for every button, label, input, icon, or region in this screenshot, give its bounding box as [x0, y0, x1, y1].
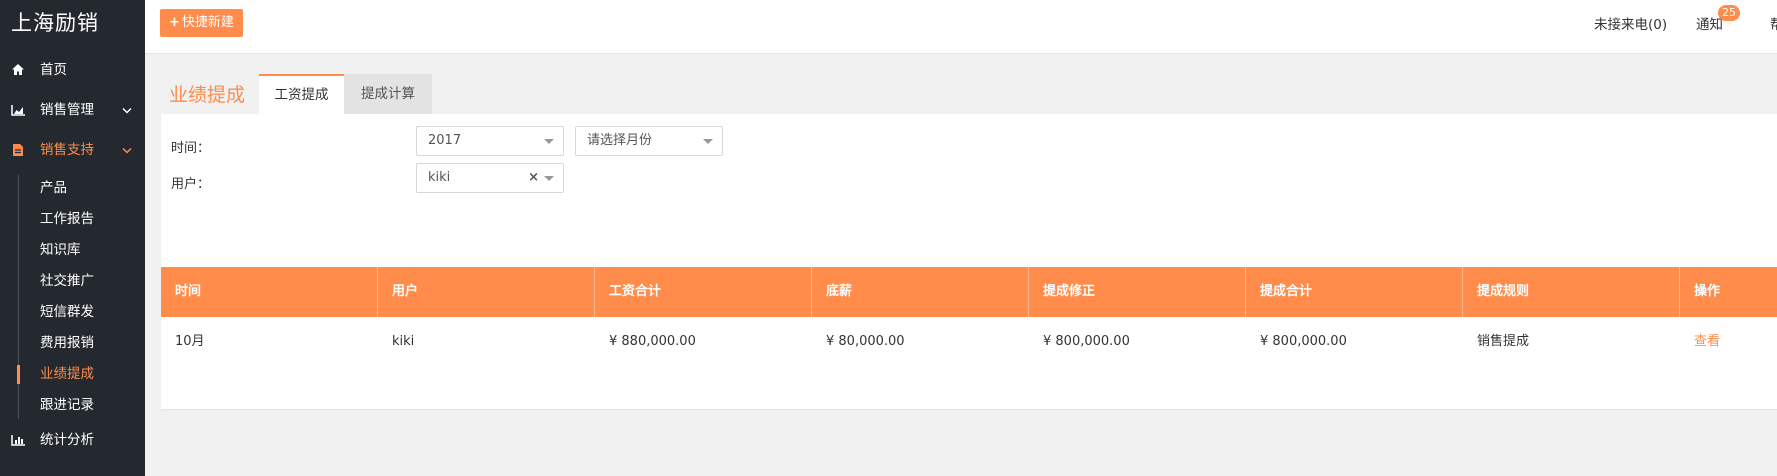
- page-title: 业绩提成: [169, 84, 246, 106]
- caret-down-icon: [703, 139, 713, 144]
- column-header-salary-total[interactable]: 工资合计: [595, 267, 812, 317]
- sidebar-subitem-followup[interactable]: 跟进记录: [0, 390, 145, 421]
- quick-new-label: 快捷新建: [181, 15, 234, 30]
- view-link[interactable]: 查看: [1680, 317, 1777, 367]
- sidebar-item-label: 统计分析: [40, 432, 94, 448]
- year-select[interactable]: 2017: [416, 126, 564, 156]
- month-select[interactable]: 请选择月份: [575, 126, 723, 156]
- user-label: 用户：: [171, 177, 211, 192]
- notification-count-badge: 25: [1718, 5, 1740, 21]
- sidebar-item-label: 销售支持: [40, 142, 94, 158]
- column-header-time[interactable]: 时间: [161, 267, 378, 317]
- sidebar-subitem-knowledge-base[interactable]: 知识库: [0, 235, 145, 266]
- main-content: 业绩提成 工资提成 提成计算 时间： 2017 请选择月份 用户： kiki ×…: [145, 54, 1777, 476]
- user-select-value: kiki: [428, 170, 451, 185]
- column-header-commission-adjust[interactable]: 提成修正: [1029, 267, 1246, 317]
- area-chart-icon: [10, 90, 26, 130]
- cell-salary-total: ¥ 880,000.00: [609, 334, 696, 349]
- help-link[interactable]: 帮: [1770, 13, 1777, 33]
- sidebar-item-label: 首页: [40, 62, 67, 78]
- sidebar-submenu: 产品 工作报告 知识库 社交推广 短信群发 费用报销 业绩提成 跟进记录: [0, 171, 145, 425]
- clear-icon[interactable]: ×: [528, 164, 539, 192]
- tab-commission-calculation[interactable]: 提成计算: [344, 74, 432, 114]
- bar-chart-icon: [10, 420, 26, 460]
- sidebar-subitem-social-promotion[interactable]: 社交推广: [0, 266, 145, 297]
- file-icon: [10, 130, 26, 170]
- column-header-commission-rule[interactable]: 提成规则: [1463, 267, 1680, 317]
- caret-down-icon: [544, 176, 554, 181]
- sidebar-item-sales-support[interactable]: 销售支持: [0, 130, 145, 170]
- time-label: 时间：: [171, 141, 211, 156]
- sidebar-item-label: 销售管理: [40, 102, 94, 118]
- sidebar-item-home[interactable]: 首页: [0, 50, 145, 90]
- column-header-user[interactable]: 用户: [378, 267, 595, 317]
- user-select[interactable]: kiki ×: [416, 163, 564, 193]
- sidebar-subitem-sms[interactable]: 短信群发: [0, 297, 145, 328]
- column-header-actions: 操作: [1694, 284, 1721, 299]
- home-icon: [10, 50, 26, 90]
- cell-user: kiki: [392, 334, 415, 349]
- cell-commission-total: ¥ 800,000.00: [1260, 334, 1347, 349]
- year-select-value: 2017: [428, 133, 462, 148]
- column-header-commission-total[interactable]: 提成合计: [1246, 267, 1463, 317]
- cell-time: 10月: [175, 334, 205, 349]
- month-select-placeholder: 请选择月份: [587, 133, 653, 148]
- sidebar: 上海励销 首页 销售管理 销售支持 产品 工作报告 知识库 社交推广 短信群发 …: [0, 0, 145, 476]
- sidebar-subitem-work-report[interactable]: 工作报告: [0, 204, 145, 235]
- caret-down-icon: [544, 139, 554, 144]
- column-header-base-salary[interactable]: 底薪: [812, 267, 1029, 317]
- chevron-down-icon: [122, 90, 132, 130]
- sidebar-subitem-product[interactable]: 产品: [0, 173, 145, 204]
- sidebar-subitem-expense[interactable]: 费用报销: [0, 328, 145, 359]
- brand-logo: 上海励销: [11, 11, 99, 35]
- sidebar-subitem-commission[interactable]: 业绩提成: [0, 359, 145, 390]
- tab-salary-commission[interactable]: 工资提成: [259, 74, 344, 114]
- sidebar-item-statistics[interactable]: 统计分析: [0, 420, 145, 460]
- quick-new-button[interactable]: + 快捷新建: [160, 9, 243, 37]
- cell-commission-adjust: ¥ 800,000.00: [1043, 334, 1130, 349]
- sidebar-item-sales-management[interactable]: 销售管理: [0, 90, 145, 130]
- cell-commission-rule: 销售提成: [1477, 334, 1530, 349]
- top-bar: + 快捷新建 未接来电(0) 通知 25 帮: [145, 0, 1777, 54]
- content-panel: 时间： 2017 请选择月份 用户： kiki × 时间 用户 工资合计 底薪 …: [161, 114, 1777, 410]
- table-row: 10月 kiki ¥ 880,000.00 ¥ 80,000.00 ¥ 800,…: [161, 317, 1777, 367]
- missed-calls-link[interactable]: 未接来电(0): [1594, 13, 1667, 33]
- cell-base-salary: ¥ 80,000.00: [826, 334, 905, 349]
- plus-icon: +: [169, 15, 180, 30]
- table-header: 时间 用户 工资合计 底薪 提成修正 提成合计 提成规则 操作: [161, 267, 1777, 317]
- chevron-down-icon: [122, 130, 132, 170]
